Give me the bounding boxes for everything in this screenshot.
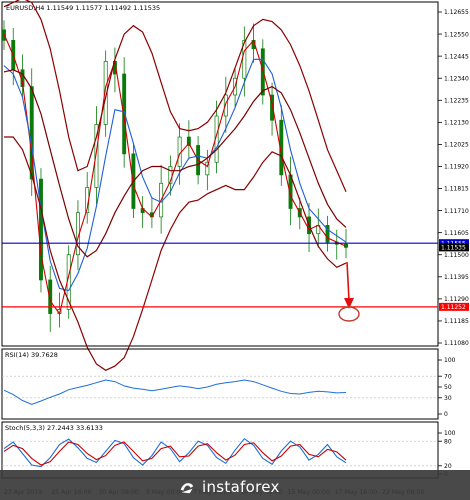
price-tick-label: 1.11815: [444, 186, 469, 193]
rsi-tick-label: 0: [444, 411, 448, 418]
price-tick-label: 1.11710: [444, 208, 469, 215]
current-price-label: 1.11535: [441, 245, 466, 252]
price-tick-label: 1.11500: [444, 252, 469, 259]
symbol-label: EURUSD,H4 1.11549 1.11577 1.11492 1.1153…: [6, 4, 160, 12]
price-tick-label: 1.11395: [444, 274, 469, 281]
price-tick-label: 1.12025: [444, 142, 469, 149]
rsi-tick-label: 70: [444, 373, 452, 380]
price-tick-label: 1.12340: [444, 75, 469, 82]
rsi-tick-label: 30: [444, 395, 452, 402]
price-tick-label: 1.12130: [444, 120, 469, 127]
price-tick-label: 1.12655: [444, 9, 469, 16]
rsi-label: RSI(14) 39.7628: [5, 351, 58, 359]
price-tick-label: 1.12550: [444, 31, 469, 38]
price-tick-label: 1.12445: [444, 53, 469, 60]
price-tick-label: 1.11185: [444, 318, 469, 325]
price-tick-label: 1.11080: [444, 340, 469, 347]
candle-body: [39, 178, 43, 281]
price-tick-label: 1.11605: [444, 230, 469, 237]
level-label: 1.11252: [441, 304, 466, 311]
stoch-tick-label: 100: [444, 430, 456, 437]
rsi-tick-label: 100: [444, 357, 456, 364]
rsi-tick-label: 50: [444, 384, 452, 391]
instaforex-logo-icon: [180, 483, 194, 494]
stoch-tick-label: 80: [444, 438, 452, 445]
stoch-tick-label: 20: [444, 463, 452, 470]
price-tick-label: 1.11290: [444, 296, 469, 303]
stoch-label: Stoch(5,3,3) 27.2443 33.6133: [5, 424, 103, 432]
trading-chart[interactable]: EURUSD,H4 1.11549 1.11577 1.11492 1.1153…: [0, 0, 470, 500]
watermark-text: instaforex: [202, 478, 280, 496]
instaforex-watermark: instaforex: [178, 478, 280, 496]
price-tick-label: 1.11920: [444, 164, 469, 171]
candle-body: [177, 136, 182, 167]
price-tick-label: 1.12235: [444, 97, 469, 104]
